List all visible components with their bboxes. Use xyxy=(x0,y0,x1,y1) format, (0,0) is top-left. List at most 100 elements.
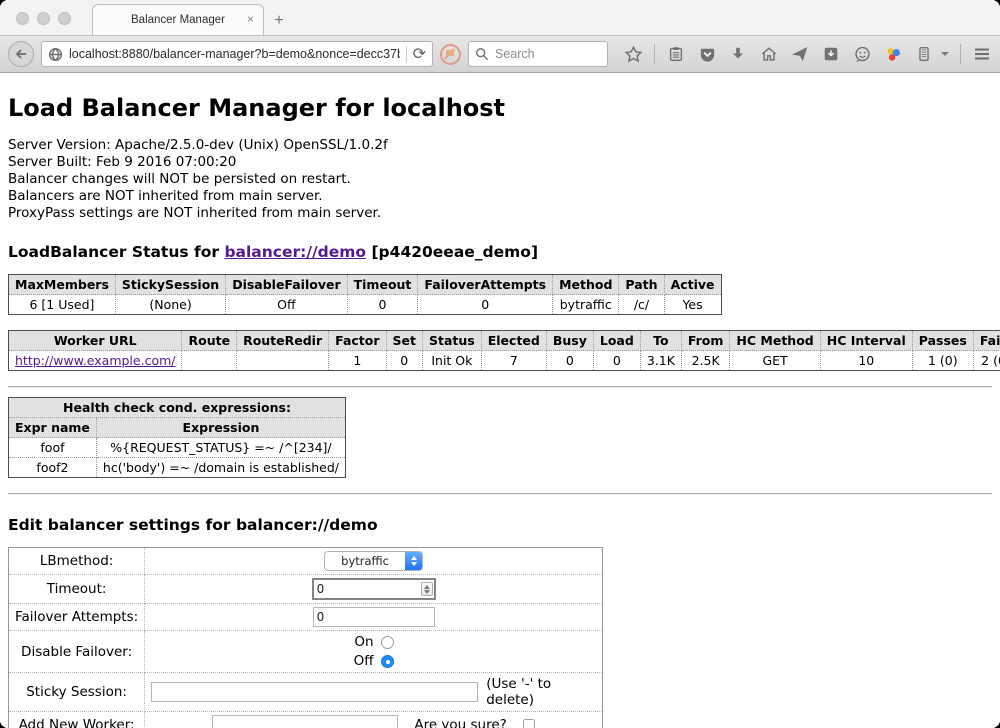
cell-fails: 2 (0) xyxy=(973,351,1000,371)
add-worker-input[interactable] xyxy=(212,715,398,728)
are-you-sure-checkbox[interactable] xyxy=(523,719,535,728)
downloads-button[interactable] xyxy=(728,44,748,64)
sticky-session-hint: (Use '-' to delete) xyxy=(486,676,596,708)
column-header: Method xyxy=(553,275,619,295)
home-icon xyxy=(760,45,778,63)
cell-status: Init Ok xyxy=(423,351,482,371)
url-bar[interactable]: localhost:8880/balancer-manager?b=demo&n… xyxy=(41,41,433,67)
column-header: Expr name xyxy=(9,418,97,438)
timeout-input[interactable] xyxy=(312,578,436,600)
cell-expression: hc('body') =~ /domain is established/ xyxy=(96,458,345,478)
smiley-icon xyxy=(853,45,872,64)
form-row-lbmethod: LBmethod: bytraffic xyxy=(9,548,603,575)
back-button[interactable] xyxy=(8,41,34,67)
table-header-row: Expr name Expression xyxy=(9,418,346,438)
cell-expr-name: foof2 xyxy=(9,458,97,478)
sidebar-button[interactable] xyxy=(666,44,686,64)
sticky-session-input[interactable] xyxy=(151,682,478,702)
lbmethod-select[interactable]: bytraffic xyxy=(324,551,423,571)
chevron-down-icon[interactable] xyxy=(941,52,949,56)
zoom-window-button[interactable] xyxy=(58,12,71,25)
extension-download-button[interactable] xyxy=(821,44,841,64)
container-icon xyxy=(915,45,933,63)
send-tab-button[interactable] xyxy=(790,44,810,64)
new-tab-button[interactable]: + xyxy=(264,7,294,35)
pocket-icon xyxy=(698,45,717,64)
timeout-label: Timeout: xyxy=(9,575,145,604)
sticky-session-cell: (Use '-' to delete) xyxy=(145,673,603,712)
cell-routeredir xyxy=(237,351,329,371)
section-divider xyxy=(8,386,992,388)
tab-balancer-manager[interactable]: Balancer Manager × xyxy=(92,4,264,35)
column-header: Route xyxy=(182,331,237,351)
sticky-session-label: Sticky Session: xyxy=(9,673,145,712)
cell-hc-interval: 10 xyxy=(820,351,912,371)
column-header: StickySession xyxy=(115,275,225,295)
lbmethod-cell: bytraffic xyxy=(145,548,603,575)
form-row-sticky-session: Sticky Session: (Use '-' to delete) xyxy=(9,673,603,712)
notice-line: Balancer changes will NOT be persisted o… xyxy=(8,171,992,188)
tab-bar: Balancer Manager × + xyxy=(0,0,1000,36)
window-controls xyxy=(16,12,71,25)
home-button[interactable] xyxy=(759,44,779,64)
toolbar-divider xyxy=(960,44,961,64)
balancer-demo-link[interactable]: balancer://demo xyxy=(224,243,366,261)
reload-icon[interactable]: ⟳ xyxy=(413,44,426,64)
form-row-timeout: Timeout: xyxy=(9,575,603,604)
bookmark-star-button[interactable] xyxy=(623,44,643,64)
cell-active: Yes xyxy=(664,295,721,315)
cell-stickysession: (None) xyxy=(115,295,225,315)
lbmethod-label: LBmethod: xyxy=(9,548,145,575)
tab-close-icon[interactable]: × xyxy=(247,13,254,25)
edit-settings-heading: Edit balancer settings for balancer://de… xyxy=(8,516,992,534)
square-download-icon xyxy=(822,45,840,63)
disable-failover-off-radio[interactable] xyxy=(381,655,394,668)
column-header: Timeout xyxy=(347,275,418,295)
server-built-line: Server Built: Feb 9 2016 07:00:20 xyxy=(8,154,992,171)
cell-elected: 7 xyxy=(481,351,546,371)
column-header: Expression xyxy=(96,418,345,438)
server-version-line: Server Version: Apache/2.5.0-dev (Unix) … xyxy=(8,137,992,154)
cell-worker-url: http://www.example.com/ xyxy=(9,351,182,371)
column-header: MaxMembers xyxy=(9,275,116,295)
table-header-row: MaxMembers StickySession DisableFailover… xyxy=(9,275,722,295)
close-window-button[interactable] xyxy=(16,12,29,25)
worker-url-link[interactable]: http://www.example.com/ xyxy=(15,353,175,368)
cell-from: 2.5K xyxy=(681,351,730,371)
menu-button[interactable] xyxy=(972,44,992,64)
search-bar[interactable]: Search xyxy=(468,41,608,67)
column-header: Passes xyxy=(912,331,973,351)
column-header: Active xyxy=(664,275,721,295)
cell-hc-method: GET xyxy=(730,351,820,371)
radio-off-label: Off xyxy=(354,653,374,669)
feedback-button[interactable] xyxy=(852,44,872,64)
colored-dots-extension-button[interactable] xyxy=(883,44,903,64)
cell-failoverattempts: 0 xyxy=(418,295,553,315)
number-stepper-icon[interactable] xyxy=(421,582,433,596)
content-blocked-icon[interactable] xyxy=(440,44,461,65)
status-heading-prefix: LoadBalancer Status for xyxy=(8,243,224,261)
lbmethod-selected-value: bytraffic xyxy=(325,554,405,568)
form-row-add-worker: Add New Worker: Are you sure? xyxy=(9,712,603,728)
form-row-disable-failover: Disable Failover: On Off xyxy=(9,631,603,673)
failover-attempts-cell xyxy=(145,604,603,631)
cell-route xyxy=(182,351,237,371)
url-text[interactable]: localhost:8880/balancer-manager?b=demo&n… xyxy=(69,47,400,61)
column-header: Worker URL xyxy=(9,331,182,351)
table-row: foof2 hc('body') =~ /domain is establish… xyxy=(9,458,346,478)
globe-icon xyxy=(48,47,63,62)
browser-window: Balancer Manager × + localhost:8880/bala… xyxy=(0,0,1000,728)
table-row: foof %{REQUEST_STATUS} =~ /^[234]/ xyxy=(9,438,346,458)
health-check-table: Health check cond. expressions: Expr nam… xyxy=(8,397,346,478)
are-you-sure-label: Are you sure? xyxy=(414,717,507,728)
column-header: Elected xyxy=(481,331,546,351)
search-placeholder[interactable]: Search xyxy=(495,47,535,61)
table-header-row: Worker URL Route RouteRedir Factor Set S… xyxy=(9,331,1000,351)
failover-attempts-label: Failover Attempts: xyxy=(9,604,145,631)
disable-failover-on-radio[interactable] xyxy=(381,636,394,649)
container-extension-button[interactable] xyxy=(914,44,934,64)
minimize-window-button[interactable] xyxy=(37,12,50,25)
loadbalancer-status-heading: LoadBalancer Status for balancer://demo … xyxy=(8,243,992,261)
failover-attempts-input[interactable] xyxy=(313,607,435,627)
pocket-button[interactable] xyxy=(697,44,717,64)
